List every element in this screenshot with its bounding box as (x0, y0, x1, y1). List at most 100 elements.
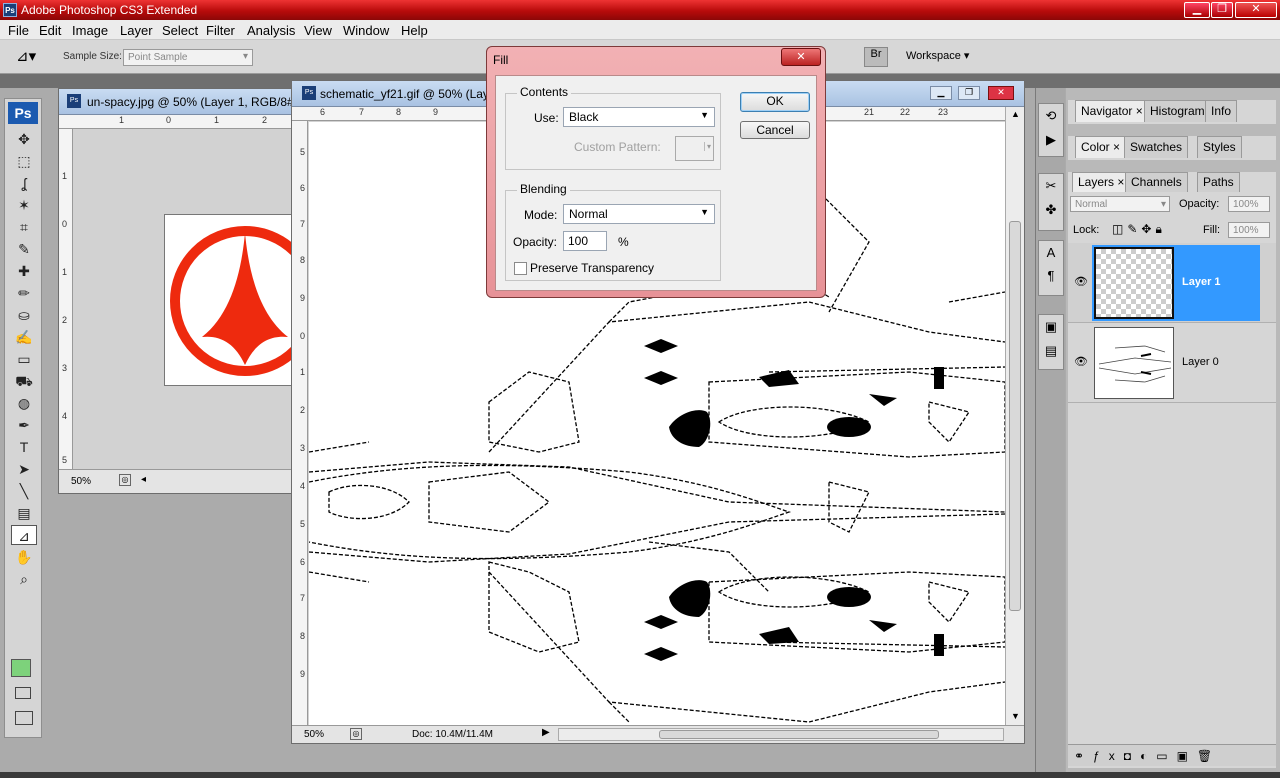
menu-analysis[interactable]: Analysis (247, 23, 295, 38)
layer-row-layer-1[interactable]: 👁︎ Layer 1 (1068, 243, 1276, 323)
vertical-ruler[interactable]: 5 6 7 8 9 0 1 2 3 4 5 6 7 8 9 (292, 121, 308, 725)
marquee-icon[interactable]: ⬚ (11, 151, 37, 171)
doc-minimize-button[interactable]: ▁ (930, 86, 952, 100)
cancel-button[interactable]: Cancel (740, 121, 810, 139)
maximize-button[interactable]: ❐ (1211, 2, 1233, 18)
zoom-level[interactable]: 50% (71, 476, 91, 487)
slice-icon[interactable]: ✎ (11, 239, 37, 259)
dialog-close-button[interactable]: ✕ (781, 48, 821, 66)
crop-icon[interactable]: ⌗ (11, 217, 37, 237)
layer-comps-icon[interactable]: ▣ (1039, 319, 1063, 335)
blend-mode-select[interactable]: Normal ▾ (1070, 196, 1170, 212)
doc-maximize-button[interactable]: ❐ (958, 86, 980, 100)
layer-name: Layer 0 (1182, 356, 1219, 368)
lock-icons[interactable]: ◫✎✥🔒︎ (1112, 222, 1166, 237)
close-button[interactable]: ✕ (1235, 2, 1277, 18)
vertical-scroll-thumb[interactable] (1009, 221, 1021, 611)
horizontal-scroll-thumb[interactable] (659, 730, 939, 739)
layer-fill-input[interactable]: 100% (1228, 222, 1270, 238)
menu-window[interactable]: Window (343, 23, 389, 38)
tab-layers[interactable]: Layers × (1072, 172, 1131, 192)
brushes-icon[interactable]: ✤ (1039, 202, 1063, 218)
scroll-left-icon[interactable]: ◂ (141, 474, 146, 485)
status-arrow-icon[interactable]: ▶ (542, 727, 550, 738)
lock-label: Lock: (1073, 224, 1100, 236)
close-icon[interactable]: × (1117, 175, 1124, 189)
paragraph-icon[interactable]: ¶ (1039, 268, 1063, 283)
eyedropper-preset-icon[interactable]: ⊿▾ (16, 47, 50, 67)
character-icon[interactable]: A (1039, 245, 1063, 260)
status-menu-icon[interactable]: ◎ (119, 474, 131, 486)
eyedropper-icon[interactable]: ⊿ (11, 525, 37, 545)
preserve-transparency-checkbox[interactable] (514, 262, 527, 275)
eye-icon[interactable]: 👁︎ (1074, 275, 1088, 288)
line-icon[interactable]: ╲ (11, 481, 37, 501)
ok-button[interactable]: OK (740, 92, 810, 112)
tab-paths[interactable]: Paths (1197, 172, 1240, 192)
history-brush-icon[interactable]: ✍ (11, 327, 37, 347)
tab-channels[interactable]: Channels (1125, 172, 1188, 192)
mode-select[interactable]: Normal ▼ (563, 204, 715, 224)
scroll-down-icon[interactable]: ▼ (1011, 711, 1020, 721)
layer-opacity-input[interactable]: 100% (1228, 196, 1270, 212)
vertical-scrollbar[interactable]: ▲ ▼ (1005, 107, 1024, 725)
tool-presets-icon[interactable]: ✂ (1039, 178, 1063, 194)
pen-icon[interactable]: ✒ (11, 415, 37, 435)
use-select[interactable]: Black ▼ (563, 107, 715, 127)
opacity-input[interactable] (563, 231, 607, 251)
bridge-icon[interactable]: Br (864, 47, 888, 67)
status-menu-icon[interactable]: ◎ (350, 728, 362, 740)
lasso-icon[interactable]: ʆ (11, 173, 37, 193)
healing-icon[interactable]: ✚ (11, 261, 37, 281)
horizontal-ruler[interactable]: 1 0 1 2 (59, 115, 293, 129)
screen-mode-icon[interactable] (15, 711, 33, 725)
workspace-button[interactable]: Workspace ▾ (906, 49, 969, 62)
move-icon[interactable]: ✥ (11, 129, 37, 149)
magic-wand-icon[interactable]: ✶ (11, 195, 37, 215)
eraser-icon[interactable]: ▭ (11, 349, 37, 369)
history-icon[interactable]: ⟲ (1039, 108, 1063, 124)
eye-icon[interactable]: 👁︎ (1074, 355, 1088, 368)
menu-file[interactable]: File (8, 23, 29, 38)
menu-layer[interactable]: Layer (120, 23, 153, 38)
path-select-icon[interactable]: ➤ (11, 459, 37, 479)
tab-color[interactable]: Color × (1075, 136, 1127, 158)
type-icon[interactable]: T (11, 437, 37, 457)
stamp-icon[interactable]: ⛀ (11, 305, 37, 325)
layer-row-layer-0[interactable]: 👁︎ Layer 0 (1068, 323, 1276, 403)
document-title-bar[interactable]: Ps un-spacy.jpg @ 50% (Layer 1, RGB/8#) (59, 89, 298, 115)
menu-help[interactable]: Help (401, 23, 428, 38)
tab-styles[interactable]: Styles (1197, 136, 1242, 158)
menu-select[interactable]: Select (162, 23, 198, 38)
close-icon[interactable]: × (1136, 104, 1143, 118)
ruler-label: 6 (300, 557, 306, 567)
zoom-level[interactable]: 50% (304, 729, 324, 740)
actions-icon[interactable]: ▶ (1039, 132, 1063, 148)
menu-image[interactable]: Image (72, 23, 108, 38)
sample-size-select[interactable]: Point Sample ▾ (123, 49, 253, 66)
tab-info[interactable]: Info (1205, 100, 1238, 122)
tab-navigator[interactable]: Navigator × (1075, 100, 1149, 122)
foreground-color-swatch[interactable] (11, 659, 31, 677)
doc-close-button[interactable]: ✕ (988, 86, 1014, 100)
bucket-icon[interactable]: ⛟ (11, 371, 37, 391)
logo-canvas[interactable] (164, 214, 294, 386)
menu-view[interactable]: View (304, 23, 332, 38)
scroll-up-icon[interactable]: ▲ (1011, 109, 1020, 119)
horizontal-scrollbar[interactable] (558, 728, 1004, 741)
brush-icon[interactable]: ✏ (11, 283, 37, 303)
menu-edit[interactable]: Edit (39, 23, 61, 38)
zoom-icon[interactable]: ⌕ (11, 569, 37, 589)
tab-histogram[interactable]: Histogram (1144, 100, 1211, 122)
minimize-button[interactable]: ▁ (1184, 2, 1210, 18)
dodge-icon[interactable]: ◍ (11, 393, 37, 413)
vertical-ruler[interactable]: 1 0 1 2 3 4 5 (59, 129, 73, 469)
notes-icon[interactable]: ▤ (11, 503, 37, 523)
hand-icon[interactable]: ✋ (11, 547, 37, 567)
close-icon[interactable]: × (1113, 140, 1120, 154)
layers-panel-footer[interactable]: ⚭ƒx◘◐▭▣🗑︎ (1068, 744, 1276, 766)
menu-filter[interactable]: Filter (206, 23, 235, 38)
tab-swatches[interactable]: Swatches (1124, 136, 1189, 158)
notes-panel-icon[interactable]: ▤ (1039, 343, 1063, 359)
quick-mask-icon[interactable] (15, 687, 31, 699)
